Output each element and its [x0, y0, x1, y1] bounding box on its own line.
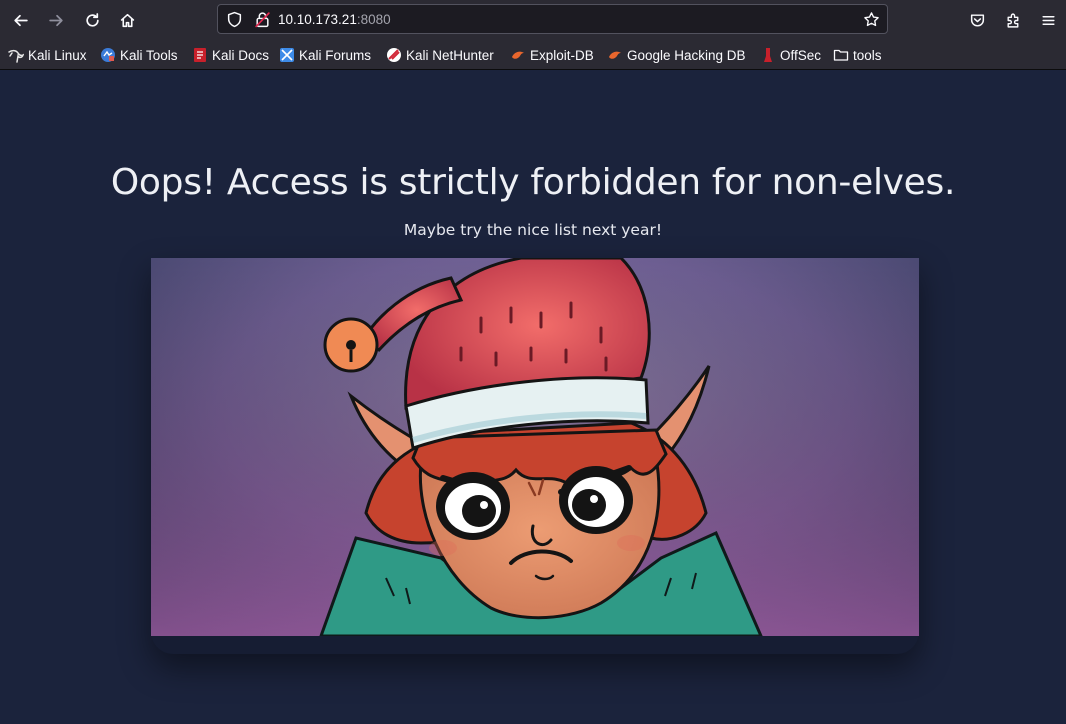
grumpy-elf-illustration: [151, 258, 919, 636]
home-button[interactable]: [114, 7, 140, 33]
bookmark-label: Exploit-DB: [530, 47, 594, 63]
bookmark-label: Kali Tools: [120, 47, 178, 63]
bookmark-label: Kali Forums: [299, 47, 372, 63]
bookmark-label: tools: [853, 47, 882, 63]
offsec-icon: [764, 48, 772, 62]
url-host: 10.10.173.21: [278, 12, 357, 27]
ghdb-icon: [609, 51, 621, 59]
bookmark-kali-nethunter[interactable]: Kali NetHunter: [386, 46, 494, 64]
kali-docs-icon: [194, 48, 206, 62]
insecure-lock-icon[interactable]: [254, 11, 271, 28]
folder-icon: [833, 49, 849, 61]
pocket-icon: [970, 13, 984, 27]
kali-forums-icon: [280, 48, 294, 62]
elf-svg: [151, 258, 919, 636]
star-icon[interactable]: [863, 11, 880, 28]
bookmark-offsec[interactable]: OffSec: [760, 46, 821, 64]
bookmark-label: Kali Linux: [28, 47, 87, 63]
browser-toolbar: 10.10.173.21:8080: [0, 0, 1066, 39]
bookmark-kali-forums[interactable]: Kali Forums: [279, 46, 371, 64]
bookmark-label: Kali NetHunter: [406, 47, 494, 63]
shield-icon[interactable]: [226, 11, 243, 28]
bookmark-label: Google Hacking DB: [627, 47, 746, 63]
bookmark-kali-tools[interactable]: Kali Tools: [100, 46, 178, 64]
back-button[interactable]: [7, 7, 33, 33]
kali-dragon-icon: [8, 49, 24, 63]
bookmark-label: OffSec: [780, 47, 822, 63]
bookmark-exploit-db[interactable]: Exploit-DB: [510, 46, 594, 64]
url-text[interactable]: 10.10.173.21:8080: [278, 11, 391, 28]
bookmark-label: Kali Docs: [212, 47, 270, 63]
arrow-right-icon: [48, 14, 63, 26]
exploit-db-icon: [512, 51, 524, 59]
forward-button[interactable]: [43, 7, 69, 33]
reload-button[interactable]: [79, 7, 105, 33]
arrow-left-icon: [13, 14, 28, 26]
home-icon: [120, 13, 134, 27]
page-subtitle: Maybe try the nice list next year!: [403, 221, 663, 239]
reload-icon: [85, 12, 99, 27]
bookmark-folder-tools[interactable]: tools: [833, 46, 882, 64]
puzzle-icon: [1006, 13, 1018, 28]
pocket-button[interactable]: [964, 7, 990, 33]
bookmark-kali-linux[interactable]: Kali Linux: [8, 46, 87, 64]
hamburger-icon: [1041, 15, 1055, 25]
page-title: Oops! Access is strictly forbidden for n…: [110, 162, 956, 203]
nethunter-icon: [387, 48, 401, 62]
page-content: Oops! Access is strictly forbidden for n…: [0, 70, 1066, 724]
bookmark-kali-docs[interactable]: Kali Docs: [192, 46, 269, 64]
kali-tools-icon: [101, 48, 115, 62]
bookmarks-toolbar: Kali Linux Kali Tools Kali Docs Kali For…: [0, 39, 1066, 70]
extensions-button[interactable]: [1000, 7, 1026, 33]
menu-button[interactable]: [1035, 7, 1061, 33]
address-bar[interactable]: 10.10.173.21:8080: [217, 4, 888, 34]
image-card: [151, 258, 919, 654]
url-port: :8080: [356, 12, 391, 27]
bookmark-google-hacking-db[interactable]: Google Hacking DB: [607, 46, 746, 64]
